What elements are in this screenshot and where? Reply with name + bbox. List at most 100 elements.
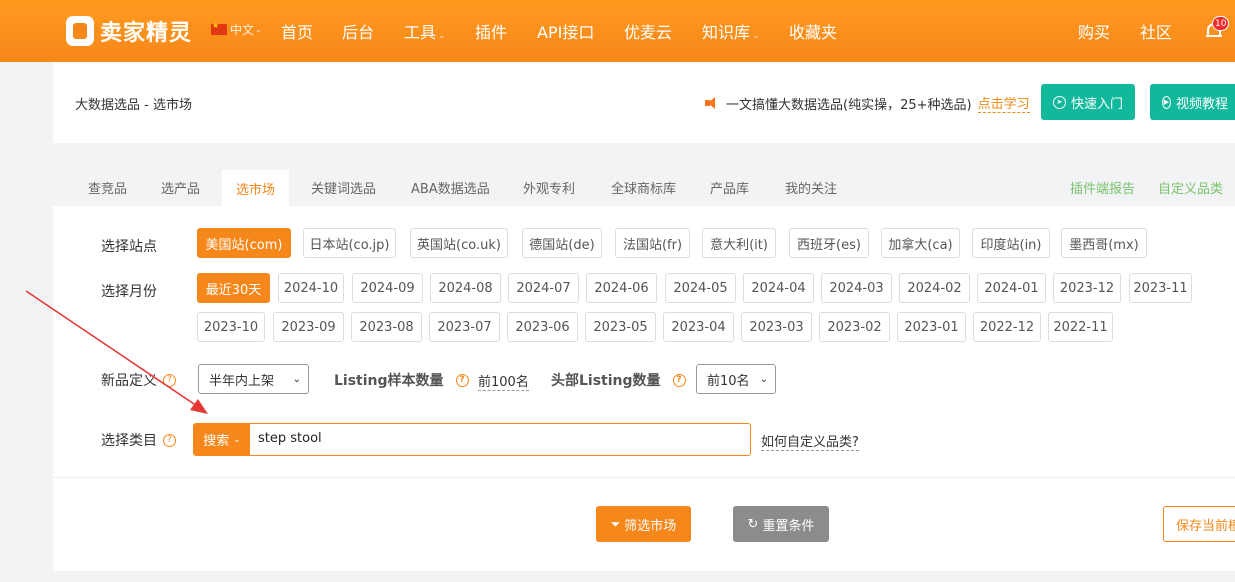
head-listing-select[interactable]: 前10名 ⌄	[696, 364, 776, 394]
search-mode-dropdown[interactable]: 搜索 ⌄	[194, 424, 250, 455]
how-custom-category-link[interactable]: 如何自定义品类?	[761, 431, 859, 451]
category-search-input[interactable]	[258, 431, 738, 446]
notification-bell-icon[interactable]: 10	[1206, 16, 1230, 40]
listing-sample-value[interactable]: 前100名	[478, 371, 529, 391]
site-chip-us[interactable]: 美国站(com)	[197, 228, 291, 258]
help-icon[interactable]: ?	[163, 373, 176, 387]
tab-product-library[interactable]: 产品库	[710, 178, 749, 197]
save-template-button[interactable]: 保存当前模板	[1163, 506, 1235, 542]
tab-my-follows[interactable]: 我的关注	[785, 178, 837, 197]
new-product-value: 半年内上架	[209, 373, 275, 389]
divider	[53, 477, 1235, 478]
month-chip[interactable]: 2023-04	[663, 312, 734, 342]
nav-item-label: 收藏夹	[789, 23, 838, 42]
quick-start-button[interactable]: ➤ 快速入门	[1041, 84, 1136, 120]
month-chip[interactable]: 2023-09	[273, 312, 344, 342]
month-chip[interactable]: 2024-04	[743, 273, 814, 303]
month-chip[interactable]: 2023-03	[741, 312, 812, 342]
month-chip[interactable]: 2022-11	[1048, 312, 1113, 342]
site-chip-in[interactable]: 印度站(in)	[972, 228, 1050, 258]
filter-panel: 选择站点 美国站(com) 日本站(co.jp) 英国站(co.uk) 德国站(…	[53, 206, 1235, 571]
site-chip-uk[interactable]: 英国站(co.uk)	[410, 228, 508, 258]
month-chip[interactable]: 2023-08	[351, 312, 422, 342]
logo[interactable]: 卖家精灵	[66, 14, 192, 48]
notice-bar: 一文搞懂大数据选品(纯实操，25+种选品) 点击学习	[705, 93, 1030, 113]
nav-item-label: 知识库	[702, 23, 751, 42]
month-chip[interactable]: 2024-10	[278, 273, 344, 303]
month-chip[interactable]: 2024-05	[665, 273, 736, 303]
language-switcher[interactable]: 中文 ⌄	[211, 21, 262, 38]
video-tutorial-label: 视频教程	[1175, 96, 1228, 112]
new-product-select[interactable]: 半年内上架 ⌄	[198, 364, 309, 394]
refresh-icon: ↻	[747, 516, 759, 532]
help-icon[interactable]: ?	[455, 373, 469, 387]
site-chip-ca[interactable]: 加拿大(ca)	[881, 228, 960, 258]
nav-item-favorites[interactable]: 收藏夹	[789, 19, 837, 43]
site-chip-jp[interactable]: 日本站(co.jp)	[303, 228, 396, 258]
nav-item-community[interactable]: 社区	[1140, 19, 1172, 43]
chevron-down-icon: ⌄	[759, 373, 768, 385]
filter-market-button[interactable]: ⏷ 筛选市场	[596, 506, 691, 542]
month-chip[interactable]: 2023-11	[1129, 273, 1192, 303]
month-chip[interactable]: 2022-12	[973, 312, 1041, 342]
head-listing-label: 头部Listing数量 ?	[551, 370, 686, 390]
tab-design-patent[interactable]: 外观专利	[523, 178, 575, 197]
site-chip-fr[interactable]: 法国站(fr)	[615, 228, 690, 258]
site-chip-es[interactable]: 西班牙(es)	[789, 228, 869, 258]
chevron-down-icon: ⌄	[292, 373, 301, 385]
notice-text: 一文搞懂大数据选品(纯实操，25+种选品)	[726, 97, 972, 113]
chevron-down-icon: ⌄	[255, 25, 262, 34]
month-chip[interactable]: 2023-05	[585, 312, 656, 342]
month-chip[interactable]: 2023-02	[819, 312, 890, 342]
video-tutorial-button[interactable]: ▶ 视频教程	[1150, 84, 1235, 120]
month-chip[interactable]: 2024-03	[821, 273, 892, 303]
site-chip-de[interactable]: 德国站(de)	[522, 228, 602, 258]
month-chip[interactable]: 2023-06	[507, 312, 578, 342]
help-icon[interactable]: ?	[672, 373, 686, 387]
month-chip[interactable]: 2024-08	[430, 273, 501, 303]
nav-item-label: 社区	[1140, 23, 1173, 42]
month-chip[interactable]: 2023-12	[1053, 273, 1121, 303]
nav-item-youmaiyun[interactable]: 优麦云	[624, 19, 672, 43]
month-chip[interactable]: 2023-07	[429, 312, 500, 342]
site-chip-it[interactable]: 意大利(it)	[702, 228, 776, 258]
tab-keyword[interactable]: 关键词选品	[311, 178, 376, 197]
site-label: 选择站点	[101, 239, 157, 255]
learn-link[interactable]: 点击学习	[977, 93, 1030, 113]
tab-trademark[interactable]: 全球商标库	[611, 178, 676, 197]
quick-start-label: 快速入门	[1071, 96, 1124, 112]
month-chip[interactable]: 2024-02	[899, 273, 970, 303]
nav-item-backend[interactable]: 后台	[342, 19, 374, 43]
month-chip[interactable]: 2024-09	[352, 273, 423, 303]
reset-button[interactable]: ↻ 重置条件	[733, 506, 829, 542]
nav-item-label: 优麦云	[624, 23, 673, 42]
month-chip[interactable]: 2024-07	[508, 273, 579, 303]
month-chip[interactable]: 2023-10	[197, 312, 265, 342]
nav-item-plugins[interactable]: 插件	[475, 19, 507, 43]
month-chip[interactable]: 2023-01	[897, 312, 966, 342]
nav-item-tools[interactable]: 工具 ⌄	[404, 19, 446, 43]
nav-item-home[interactable]: 首页	[281, 19, 313, 43]
month-label: 选择月份	[101, 284, 157, 300]
tab-aba[interactable]: ABA数据选品	[411, 178, 490, 197]
site-chip-mx[interactable]: 墨西哥(mx)	[1061, 228, 1147, 258]
page-header: 大数据选品 - 选市场 一文搞懂大数据选品(纯实操，25+种选品) 点击学习 ➤…	[53, 62, 1235, 143]
help-icon[interactable]: ?	[163, 433, 176, 447]
category-label: 选择类目 ?	[101, 430, 176, 450]
head-listing-label-text: 头部Listing数量	[551, 373, 661, 389]
nav-item-label: 插件	[475, 23, 508, 42]
tab-product[interactable]: 选产品	[161, 178, 200, 197]
listing-sample-label-text: Listing样本数量	[334, 373, 444, 389]
new-product-label-text: 新品定义	[101, 373, 157, 389]
nav-item-api[interactable]: API接口	[537, 19, 594, 43]
custom-category-link[interactable]: 自定义品类	[1158, 178, 1223, 197]
tab-market[interactable]: 选市场	[222, 170, 290, 206]
tab-competitor[interactable]: 查竞品	[88, 178, 127, 197]
month-chip[interactable]: 2024-01	[977, 273, 1046, 303]
month-chip[interactable]: 2024-06	[586, 273, 657, 303]
plugin-report-link[interactable]: 插件端报告	[1070, 178, 1135, 197]
nav-item-knowledge[interactable]: 知识库 ⌄	[702, 19, 760, 43]
month-chip[interactable]: 最近30天	[197, 273, 270, 303]
feature-tabs: 查竞品 选产品 选市场 关键词选品 ABA数据选品 外观专利 全球商标库 产品库…	[53, 168, 1235, 206]
nav-item-buy[interactable]: 购买	[1078, 19, 1110, 43]
